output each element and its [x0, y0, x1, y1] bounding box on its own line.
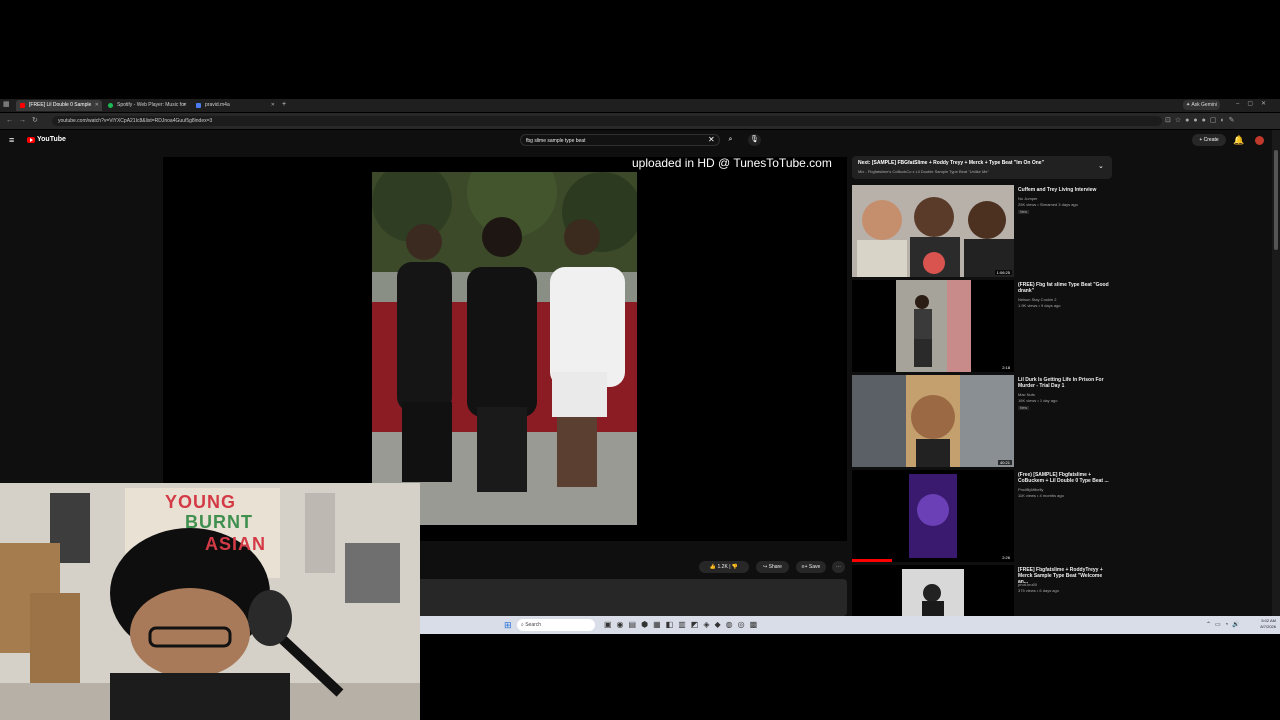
clock-date: 8/7/2026: [1260, 624, 1276, 629]
related-meta: 11K views • 4 months ago: [1018, 493, 1064, 498]
playlist-subtitle: Mix - Fbgfatslime's CoBuckCo x Lil Doubl…: [858, 169, 989, 174]
related-video-item[interactable]: 2:26 (Free) [SAMPLE] Fbgfatslime + CoBuc…: [852, 470, 1112, 563]
dark-thumbnail-image: [852, 565, 1014, 616]
close-tab-icon[interactable]: ✕: [183, 100, 187, 111]
webcam-overlay: YOUNG BURNT ASIAN: [0, 483, 420, 720]
taskbar-app-icons[interactable]: ▣◉▤⬢▦◧▥◩◈◆◍◎▩: [604, 619, 762, 631]
create-button[interactable]: + Create: [1192, 134, 1226, 146]
related-video-item[interactable]: 1:06:25 Cuffem and Trey Living Interview…: [852, 185, 1112, 278]
related-video-item[interactable]: [FREE] Fbgfatslime + RoddyTreyy + Merck …: [852, 565, 1112, 616]
related-thumbnail[interactable]: 40:21: [852, 375, 1014, 467]
start-icon[interactable]: ⊞: [504, 620, 514, 630]
reload-icon[interactable]: ↻: [32, 116, 38, 126]
ask-gemini-button[interactable]: ✦ Ask Gemini: [1183, 100, 1220, 110]
video-watermark: uploaded in HD @ TunesToTube.com: [632, 156, 832, 170]
dance-thumbnail-image: [852, 280, 1014, 372]
chevron-down-icon[interactable]: ⌄: [1098, 162, 1104, 170]
youtube-favicon-icon: [20, 103, 25, 108]
related-title[interactable]: Cuffem and Trey Living Interview: [1018, 187, 1112, 193]
share-button[interactable]: ↪ Share: [756, 561, 789, 573]
windows-taskbar: ⊞ ⌕ Search ▣◉▤⬢▦◧▥◩◈◆◍◎▩ ⌃▭◔🔊 5:02 AM 8/…: [420, 616, 1280, 634]
interview-thumbnail-image: [852, 185, 1014, 277]
menu-icon[interactable]: ≡: [9, 135, 14, 145]
purple-thumbnail-image: [852, 470, 1014, 562]
more-actions-icon[interactable]: ⋯: [832, 561, 845, 573]
youtube-logo-text[interactable]: YouTube: [37, 135, 66, 145]
taskbar-search-label: Search: [525, 622, 542, 628]
scrollbar-thumb[interactable]: [1274, 150, 1278, 250]
related-title[interactable]: (Free) [SAMPLE] Fbgfatslime + CoBuckem +…: [1018, 472, 1112, 484]
video-frame-image: [372, 172, 637, 525]
create-label: Create: [1203, 137, 1219, 143]
related-meta: 16K views • 1 day ago: [1018, 398, 1058, 403]
related-title[interactable]: (FREE) Fbg fat slime Type Beat "Good dra…: [1018, 282, 1112, 294]
taskbar-clock[interactable]: 5:02 AM 8/7/2026: [1252, 618, 1276, 630]
related-thumbnail[interactable]: 2:18: [852, 280, 1014, 372]
related-video-item[interactable]: 40:21 Lil Durk Is Getting Life In Prison…: [852, 375, 1112, 468]
file-favicon-icon: [196, 103, 201, 108]
browser-tab-youtube[interactable]: [FREE] Lil Double 0 Sample ✕: [16, 100, 102, 111]
video-photo: [372, 172, 637, 525]
wall-sign-line3: ASIAN: [205, 534, 267, 554]
url-field[interactable]: youtube.com/watch?v=ViYXCpA21Ic8&list=RD…: [52, 116, 1162, 126]
search-input[interactable]: fbg slime sample type beat: [520, 134, 720, 146]
related-meta: 25K views • Streamed 3 days ago: [1018, 202, 1078, 207]
browser-tab-spotify[interactable]: Spotify - Web Player: Music for ✕: [104, 100, 190, 111]
dislike-icon: | 👎: [729, 564, 739, 570]
duration-badge: 40:21: [997, 460, 1012, 465]
share-label: Share: [768, 564, 782, 570]
duration-badge: 1:06:25: [994, 270, 1012, 275]
spotify-favicon-icon: [108, 103, 113, 108]
back-icon[interactable]: ←: [6, 116, 13, 126]
like-dislike-button[interactable]: 👍 1.2K | 👎: [699, 561, 749, 573]
page-scrollbar[interactable]: [1272, 130, 1280, 616]
duration-badge: 2:18: [1000, 365, 1012, 370]
browser-tab-bar: ▦ [FREE] Lil Double 0 Sample ✕ Spotify -…: [0, 99, 1280, 112]
news-thumbnail-image: [852, 375, 1014, 467]
tab-label: Spotify - Web Player: Music for: [117, 102, 186, 108]
mic-icon[interactable]: 🎙: [748, 134, 761, 146]
clear-search-icon[interactable]: ✕: [708, 135, 715, 145]
related-thumbnail[interactable]: [852, 565, 1014, 616]
related-thumbnail[interactable]: 2:26: [852, 470, 1014, 562]
browser-tab-file[interactable]: pravid.m4a ✕: [192, 100, 278, 111]
related-thumbnail[interactable]: 1:06:25: [852, 185, 1014, 277]
extension-icons[interactable]: ⊡☆●●●▢◐✎: [1165, 116, 1239, 126]
new-badge: New: [1018, 406, 1030, 410]
tab-label: pravid.m4a: [205, 102, 230, 108]
like-icon: 👍: [709, 564, 718, 570]
mix-playlist-header[interactable]: Next: [SAMPLE] FBGfatSlime + Roddy Treyy…: [852, 156, 1112, 179]
related-meta: 375 views • 6 days ago: [1018, 588, 1059, 593]
save-button[interactable]: ≡+ Save: [796, 561, 826, 573]
related-title[interactable]: Lil Durk Is Getting Life In Prison For M…: [1018, 377, 1112, 389]
save-icon: ≡+: [801, 564, 809, 570]
wall-sign-line1: YOUNG: [165, 492, 237, 512]
new-badge: New: [1018, 210, 1030, 214]
related-meta: 1.9K views • 9 days ago: [1018, 303, 1061, 308]
tab-search-icon[interactable]: ▦: [3, 100, 10, 110]
playlist-next-title: Next: [SAMPLE] FBGfatSlime + Roddy Treyy…: [858, 160, 1044, 166]
close-tab-icon[interactable]: ✕: [271, 100, 275, 111]
tab-label: [FREE] Lil Double 0 Sample: [29, 102, 92, 108]
play-glyph-icon: [30, 138, 33, 142]
new-tab-button[interactable]: +: [282, 99, 286, 110]
related-video-item[interactable]: 2:18 (FREE) Fbg fat slime Type Beat "Goo…: [852, 280, 1112, 373]
search-icon[interactable]: ⌕: [724, 134, 737, 146]
forward-icon[interactable]: →: [19, 116, 26, 126]
taskbar-search-box[interactable]: ⌕ Search: [517, 619, 595, 631]
duration-badge: 2:26: [1000, 555, 1012, 560]
window-controls[interactable]: –▢✕: [1236, 99, 1274, 110]
gemini-label: Ask Gemini: [1191, 102, 1217, 108]
notifications-bell-icon[interactable]: 🔔: [1233, 134, 1244, 146]
avatar[interactable]: [1255, 136, 1264, 145]
save-label: Save: [808, 564, 821, 570]
like-count: 1.2K: [717, 564, 728, 570]
wall-sign-line2: BURNT: [185, 512, 253, 532]
close-tab-icon[interactable]: ✕: [95, 100, 99, 111]
system-tray-icons[interactable]: ⌃▭◔🔊: [1206, 619, 1244, 631]
